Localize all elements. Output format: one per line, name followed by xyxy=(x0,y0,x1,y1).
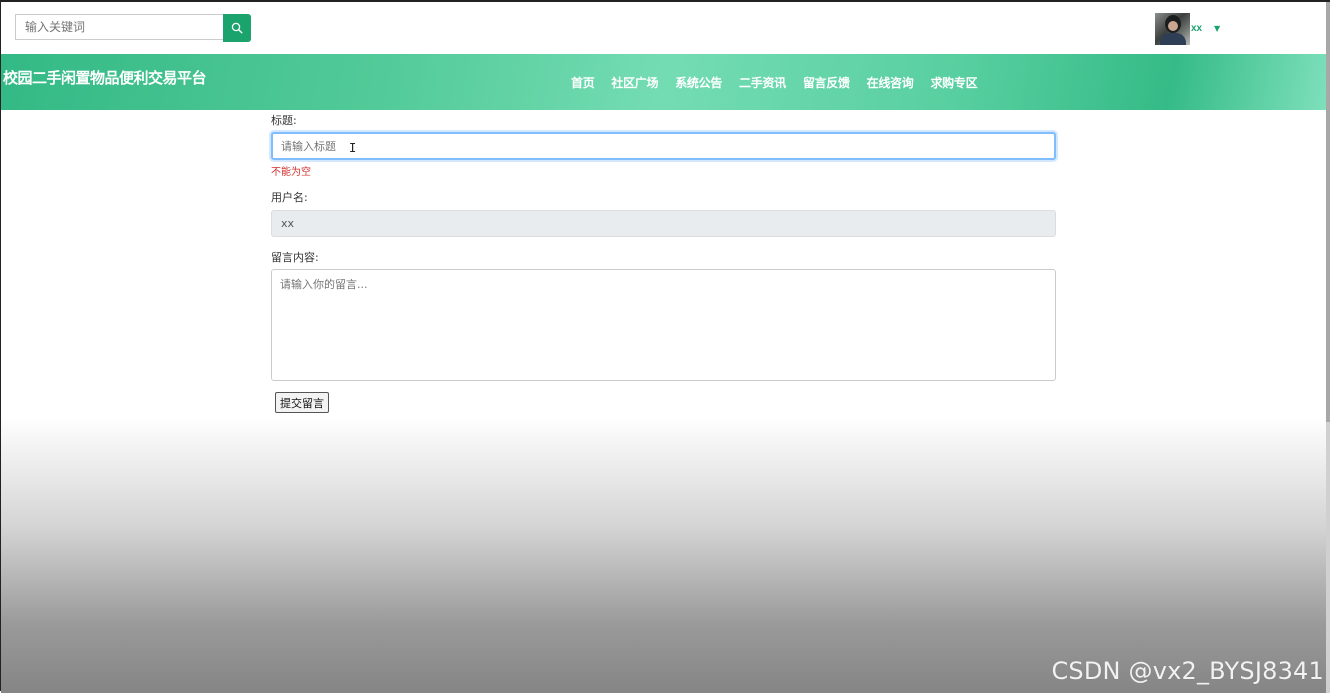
username-label[interactable]: xx xyxy=(1191,23,1202,34)
chevron-down-icon[interactable]: ▼ xyxy=(1214,24,1220,33)
scrollbar[interactable] xyxy=(1326,2,1330,693)
username-field[interactable] xyxy=(271,210,1056,237)
nav-banner: 校园二手闲置物品便利交易平台 首页 社区广场 系统公告 二手资讯 留言反馈 在线… xyxy=(1,54,1327,110)
nav-item-community[interactable]: 社区广场 xyxy=(611,74,658,91)
search-icon xyxy=(231,22,243,34)
watermark: CSDN @vx2_BYSJ8341 xyxy=(1051,657,1324,685)
page-background-gradient xyxy=(1,417,1327,693)
avatar[interactable] xyxy=(1155,13,1190,45)
nav-item-wanted[interactable]: 求购专区 xyxy=(930,74,977,91)
nav-item-home[interactable]: 首页 xyxy=(571,74,595,91)
message-content-textarea[interactable] xyxy=(271,269,1056,381)
title-error-message: 不能为空 xyxy=(271,167,311,178)
nav-item-announcements[interactable]: 系统公告 xyxy=(675,74,722,91)
search-input[interactable] xyxy=(15,14,223,40)
main-nav: 首页 社区广场 系统公告 二手资讯 留言反馈 在线咨询 求购专区 xyxy=(571,74,994,91)
content-label: 留言内容: xyxy=(271,251,319,264)
nav-item-consult[interactable]: 在线咨询 xyxy=(867,74,914,91)
text-cursor-icon: I xyxy=(349,141,357,155)
username-field-label: 用户名: xyxy=(271,191,308,204)
nav-item-feedback[interactable]: 留言反馈 xyxy=(803,74,850,91)
submit-message-button[interactable]: 提交留言 xyxy=(275,392,329,413)
title-input[interactable] xyxy=(271,132,1056,160)
nav-item-news[interactable]: 二手资讯 xyxy=(739,74,786,91)
site-title: 校园二手闲置物品便利交易平台 xyxy=(3,69,207,87)
title-label: 标题: xyxy=(271,114,297,127)
search-button[interactable] xyxy=(223,14,251,42)
top-bar: xx ▼ xyxy=(1,2,1327,54)
